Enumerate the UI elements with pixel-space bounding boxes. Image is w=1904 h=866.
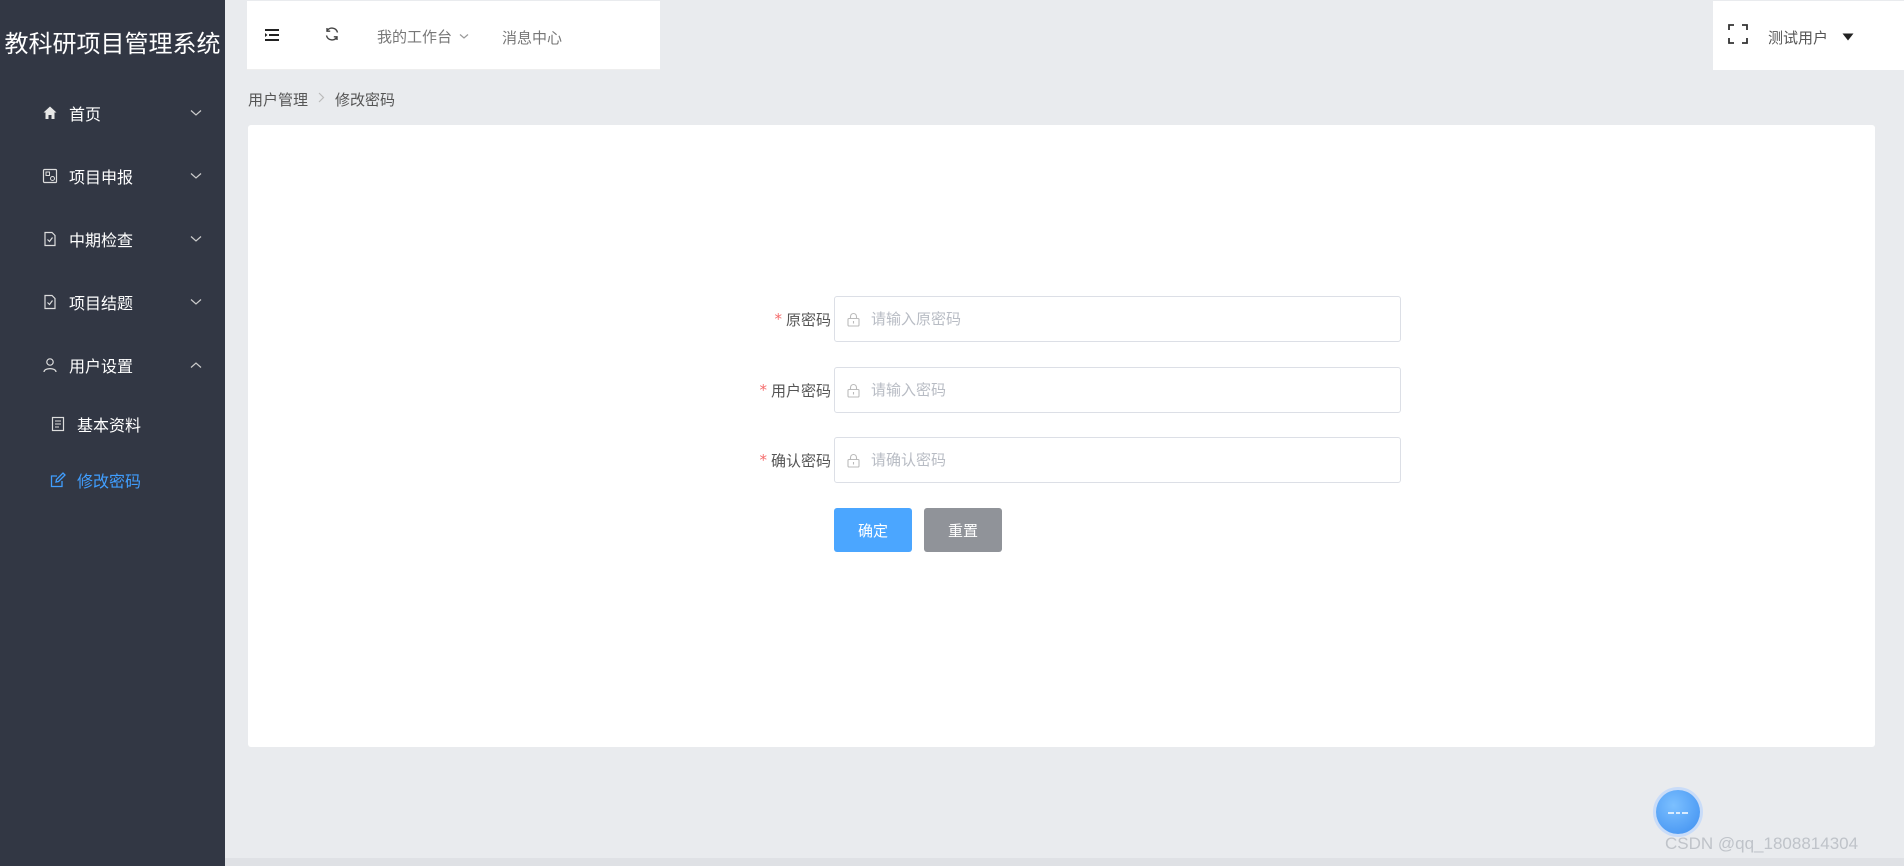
tab-label: 我的工作台 [377,27,453,46]
form-actions: 确定 重置 [248,508,1875,554]
field-label: 确认密码 [770,451,831,470]
breadcrumb-separator-icon [318,91,325,107]
chevron-down-icon [189,232,203,246]
lock-icon [847,452,863,468]
edit-icon [49,471,67,489]
tab-message-center[interactable]: 消息中心 [502,24,562,50]
old-password-field[interactable] [834,296,1401,342]
form-row-confirm-password: * 确认密码 [248,437,1875,483]
top-header: 我的工作台 消息中心 测试用户 [225,0,1904,70]
required-mark: * [759,381,767,399]
required-mark: * [759,451,767,469]
confirm-password-label: * 确认密码 [759,437,831,483]
sidebar-item-project-apply[interactable]: 项目申报 [0,156,225,196]
breadcrumb: 用户管理 修改密码 [248,88,395,110]
lock-icon [847,311,863,327]
sidebar-item-label: 中期检查 [69,231,134,250]
collapse-menu-button[interactable] [257,21,287,51]
menu-fold-icon [264,27,280,46]
change-password-card: * 原密码 * 用户密码 * 确认密码 确定 重置 [248,125,1875,747]
new-password-input[interactable] [871,370,1400,410]
home-icon [41,104,59,122]
sidebar: 教科研项目管理系统 首页 项目申报 中期检查 项目结题 用户设置 基本资料 修改… [0,0,225,866]
breadcrumb-current: 修改密码 [335,90,396,109]
sidebar-subitem-label: 基本资料 [77,416,142,435]
sidebar-item-label: 项目申报 [69,168,134,187]
old-password-label: * 原密码 [774,296,831,342]
old-password-input[interactable] [871,299,1400,339]
confirm-password-field[interactable] [834,437,1401,483]
username: 测试用户 [1768,28,1829,47]
chevron-up-icon [189,358,203,372]
sidebar-item-project-conclude[interactable]: 项目结题 [0,282,225,322]
form-row-old-password: * 原密码 [248,296,1875,342]
tab-workbench[interactable]: 我的工作台 [377,23,469,49]
sidebar-subitem-change-password[interactable]: 修改密码 [0,460,225,500]
caret-down-icon [1842,33,1854,41]
chevron-down-icon [189,169,203,183]
assistant-icon [1666,803,1690,822]
confirm-button[interactable]: 确定 [834,508,912,552]
doc-check-icon [41,230,59,248]
required-mark: * [774,310,782,328]
fullscreen-icon [1728,24,1748,48]
sidebar-subitem-label: 修改密码 [77,472,142,491]
sidebar-item-label: 用户设置 [69,357,134,376]
sidebar-item-mid-check[interactable]: 中期检查 [0,219,225,259]
sidebar-subitem-basic-info[interactable]: 基本资料 [0,404,225,444]
app-title: 教科研项目管理系统 [4,29,221,58]
lock-icon [847,382,863,398]
field-label: 原密码 [785,310,831,329]
refresh-icon [324,26,340,46]
sidebar-item-label: 项目结题 [69,294,134,313]
sidebar-item-label: 首页 [69,105,102,124]
project-apply-icon [41,167,59,185]
doc-check-icon [41,293,59,311]
form-row-new-password: * 用户密码 [248,367,1875,413]
field-label: 用户密码 [770,381,831,400]
user-icon [41,356,59,374]
floating-assistant-button[interactable] [1656,790,1700,834]
refresh-button[interactable] [317,21,347,51]
header-user-area: 测试用户 [1713,1,1904,70]
chevron-down-icon [189,295,203,309]
fullscreen-button[interactable] [1725,23,1751,49]
chevron-down-icon [459,33,469,40]
confirm-password-input[interactable] [871,440,1400,480]
header-toolbar: 我的工作台 消息中心 [247,1,660,70]
document-icon [49,415,67,433]
footer-bar [225,858,1904,866]
user-dropdown[interactable]: 测试用户 [1768,25,1854,49]
new-password-label: * 用户密码 [759,367,831,413]
reset-button[interactable]: 重置 [924,508,1002,552]
watermark: CSDN @qq_1808814304 [1665,834,1859,853]
new-password-field[interactable] [834,367,1401,413]
breadcrumb-item[interactable]: 用户管理 [248,89,308,110]
sidebar-item-user-settings[interactable]: 用户设置 [0,345,225,385]
sidebar-item-home[interactable]: 首页 [0,93,225,133]
chevron-down-icon [189,106,203,120]
tab-label: 消息中心 [502,28,563,47]
